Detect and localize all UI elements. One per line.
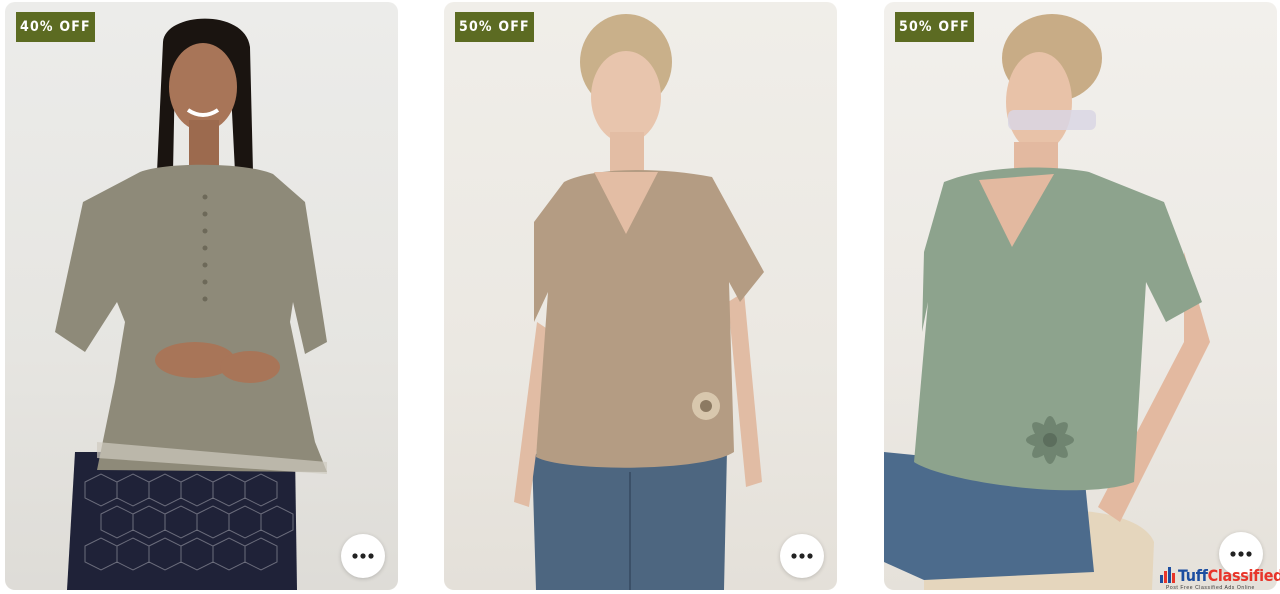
product-image[interactable] — [884, 2, 1277, 590]
product-grid: 40% OFF 50% OFF 50% OFF TuffClassified P… — [0, 0, 1280, 594]
product-image[interactable] — [444, 2, 837, 590]
discount-badge: 50% OFF — [455, 12, 534, 42]
product-card[interactable]: 50% OFF — [884, 2, 1277, 590]
discount-badge: 50% OFF — [895, 12, 974, 42]
more-horizontal-icon — [352, 553, 374, 559]
product-image[interactable] — [5, 2, 398, 590]
watermark-name: TuffClassified — [1178, 566, 1280, 585]
more-options-button[interactable] — [341, 534, 385, 578]
product-card[interactable]: 50% OFF — [444, 2, 837, 590]
bar-chart-icon — [1160, 567, 1175, 583]
watermark-logo: TuffClassified Post Free Classified Ads … — [1160, 562, 1280, 592]
watermark-tagline: Post Free Classified Ads Online — [1166, 585, 1255, 591]
more-options-button[interactable] — [780, 534, 824, 578]
more-horizontal-icon — [1230, 551, 1252, 557]
discount-badge: 40% OFF — [16, 12, 95, 42]
product-card[interactable]: 40% OFF — [5, 2, 398, 590]
more-horizontal-icon — [791, 553, 813, 559]
